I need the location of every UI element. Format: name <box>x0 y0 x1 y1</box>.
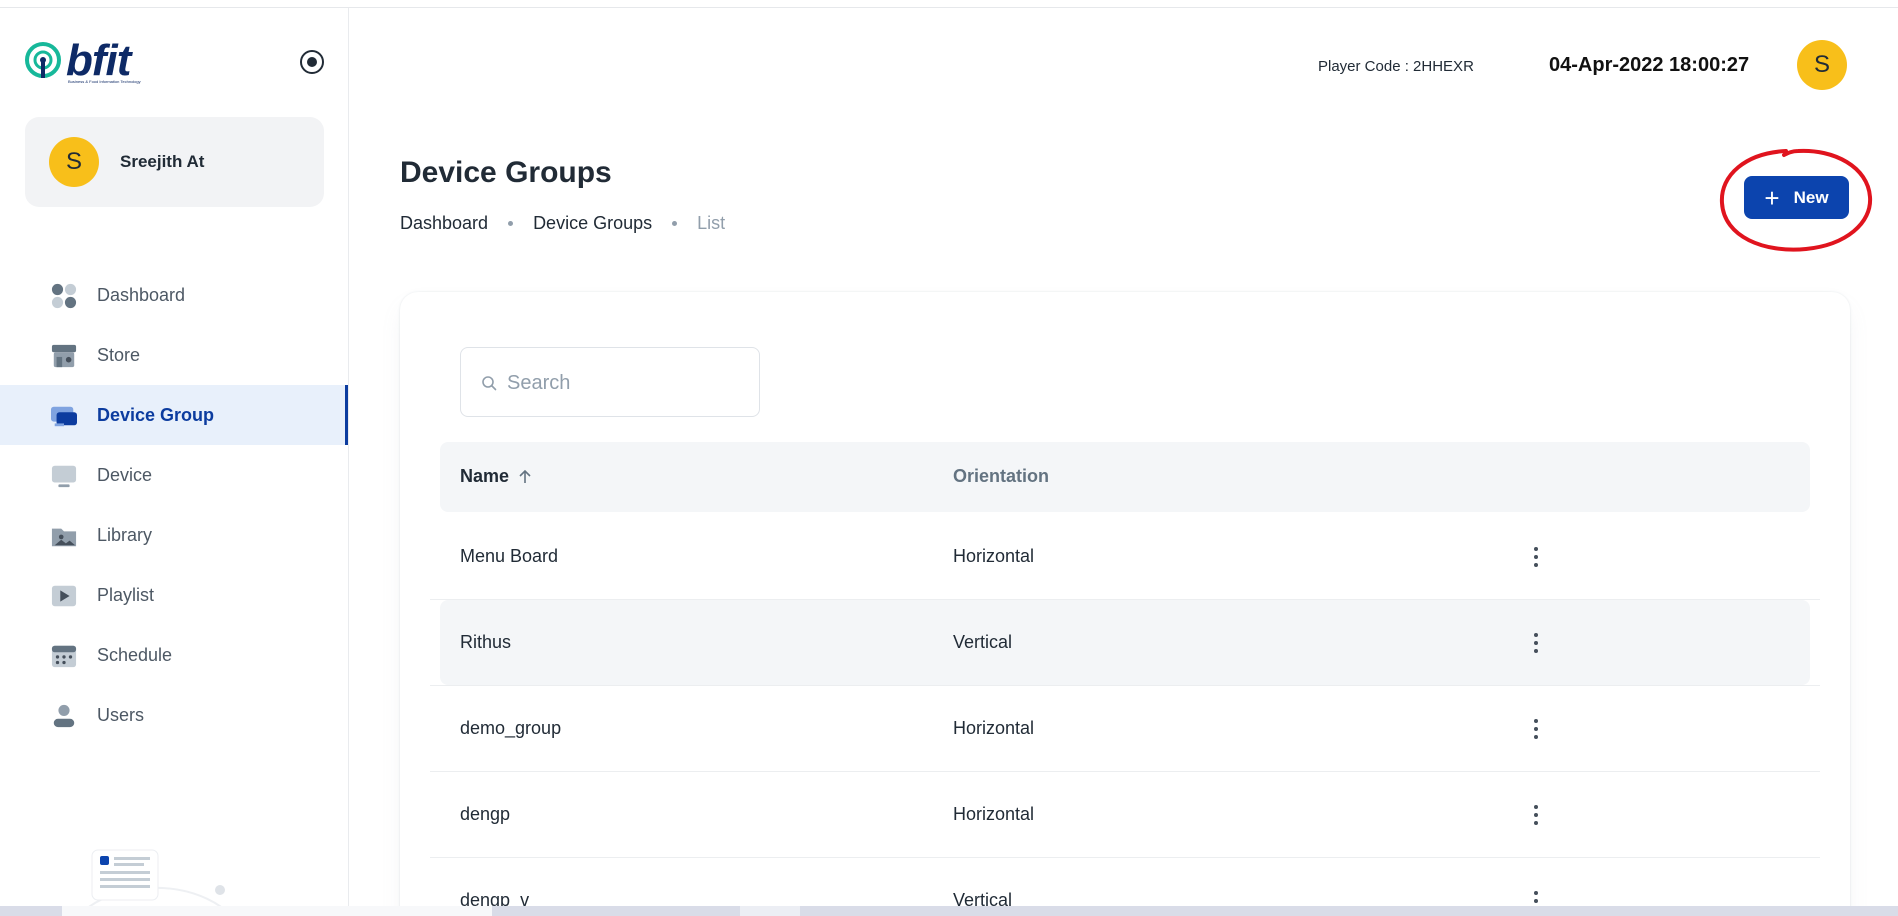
row-name: Rithus <box>460 632 512 652</box>
red-annotation-circle-icon <box>1719 148 1873 252</box>
logo-mark-icon <box>25 42 61 78</box>
row-orientation: Horizontal <box>953 804 1035 824</box>
sidebar-item-playlist[interactable]: Playlist <box>0 565 348 625</box>
sidebar-item-label: Store <box>97 344 141 365</box>
sidebar-item-label: Device Group <box>97 404 215 425</box>
player-code: Player Code : 2HHEXR <box>1318 58 1474 75</box>
breadcrumb-dashboard[interactable]: Dashboard <box>400 213 488 234</box>
row-orientation: Vertical <box>953 632 1013 652</box>
page-title: Device Groups <box>400 156 612 189</box>
library-icon <box>51 528 77 547</box>
sidebar-item-label: Users <box>97 704 145 725</box>
sort-ascending-icon <box>519 469 531 483</box>
device-icon <box>51 465 77 488</box>
sidebar-item-label: Playlist <box>97 584 155 605</box>
table-row[interactable]: Menu Board Horizontal <box>430 514 1820 600</box>
sidebar-item-device[interactable]: Device <box>0 445 348 505</box>
sidebar-nav: Dashboard Store Device Group Device Libr… <box>0 265 348 745</box>
sidebar-item-label: Schedule <box>97 644 173 665</box>
more-vertical-icon[interactable] <box>1524 544 1548 570</box>
more-vertical-icon[interactable] <box>1524 716 1548 742</box>
search-icon <box>482 376 497 391</box>
row-name: Menu Board <box>460 546 559 566</box>
search-input[interactable] <box>507 366 747 400</box>
sidebar-item-schedule[interactable]: Schedule <box>0 625 348 685</box>
device-groups-card: Name Orientation Menu Board Horizontal R… <box>400 292 1850 916</box>
breadcrumb-current: List <box>697 213 726 233</box>
row-orientation: Horizontal <box>953 718 1035 738</box>
column-header-label: Name <box>460 466 510 486</box>
docs-illustration-icon <box>77 849 233 916</box>
breadcrumb-separator <box>508 221 514 226</box>
sidebar-item-users[interactable]: Users <box>0 685 348 745</box>
table-row[interactable]: dengp Horizontal <box>430 772 1820 858</box>
sidebar-item-dashboard[interactable]: Dashboard <box>0 265 348 325</box>
sidebar-item-library[interactable]: Library <box>0 505 348 565</box>
taskbar-segment <box>62 906 492 916</box>
breadcrumb-separator <box>672 221 678 226</box>
header-avatar[interactable]: S <box>1797 40 1847 90</box>
search-box[interactable] <box>460 347 760 417</box>
dashboard-icon <box>51 283 77 309</box>
row-hover-background <box>440 600 1810 685</box>
taskbar-strip <box>0 906 1898 916</box>
sidebar: bfit Business & Food Information Technol… <box>0 8 349 916</box>
row-name: demo_group <box>460 718 562 738</box>
brand-logo[interactable]: bfit Business & Food Information Technol… <box>24 36 154 88</box>
row-orientation: Horizontal <box>953 546 1035 566</box>
table-row[interactable]: Rithus Vertical <box>430 600 1820 686</box>
column-header-orientation[interactable]: Orientation <box>953 466 1049 487</box>
sidebar-item-label: Dashboard <box>97 284 186 305</box>
logo-subtext: Business & Food Information Technology <box>68 79 141 84</box>
browser-top-edge <box>0 0 1898 8</box>
device-group-icon <box>51 406 77 427</box>
playlist-icon <box>51 585 77 607</box>
table-header: Name Orientation <box>440 442 1810 512</box>
sidebar-item-label: Library <box>97 524 153 545</box>
schedule-icon <box>51 645 77 668</box>
row-name: dengp <box>460 804 511 824</box>
sidebar-item-label: Device <box>97 464 153 485</box>
breadcrumb-device-groups[interactable]: Device Groups <box>533 213 652 234</box>
user-name: Sreejith At <box>120 152 205 171</box>
user-card[interactable]: S Sreejith At <box>25 117 324 207</box>
more-vertical-icon[interactable] <box>1524 630 1548 656</box>
breadcrumb: Dashboard Device Groups List <box>400 213 725 234</box>
store-icon <box>51 344 77 368</box>
column-header-name[interactable]: Name <box>460 466 533 487</box>
sidebar-item-device-group[interactable]: Device Group <box>0 385 348 445</box>
avatar: S <box>49 137 99 187</box>
table-row[interactable]: demo_group Horizontal <box>430 686 1820 772</box>
users-icon <box>53 704 75 728</box>
sidebar-item-store[interactable]: Store <box>0 325 348 385</box>
sidebar-collapse-toggle[interactable] <box>300 50 324 74</box>
more-vertical-icon[interactable] <box>1524 802 1548 828</box>
taskbar-segment <box>740 906 800 916</box>
current-datetime: 04-Apr-2022 18:00:27 <box>1549 54 1750 76</box>
